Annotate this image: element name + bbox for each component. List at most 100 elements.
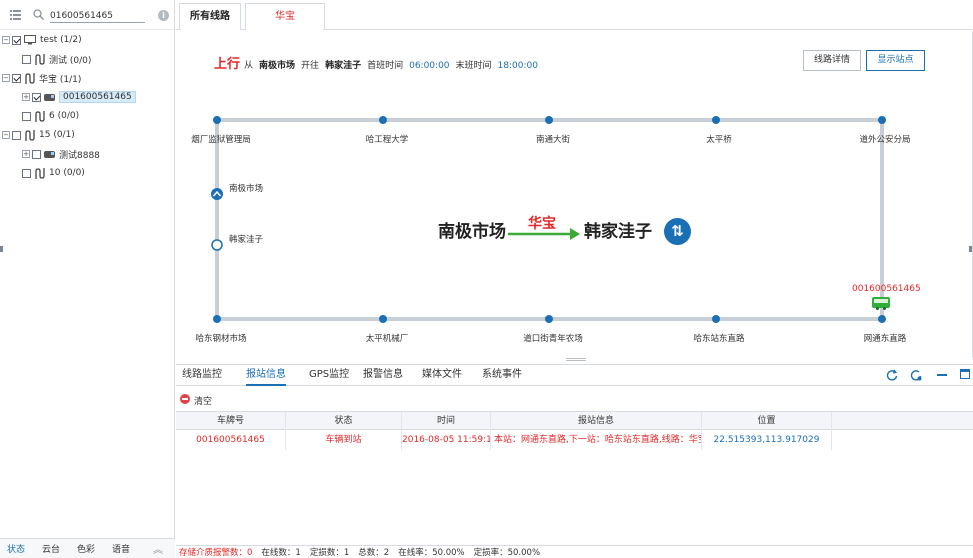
- tree-checkbox[interactable]: [22, 54, 31, 64]
- tab-station-report[interactable]: 报站信息: [246, 365, 286, 386]
- cell-report: 本站：网通东直路,下一站：哈东站东直路,线路：华宝(上行: [491, 431, 702, 450]
- tree-node-label: 华宝 (1/1): [39, 74, 82, 85]
- table-row[interactable]: 001600561465 车辆到站 2016-08-05 11:59:15 本站…: [176, 431, 973, 450]
- cell-location[interactable]: 22.515393,113.917029: [702, 431, 832, 450]
- tab-system-events[interactable]: 系统事件: [482, 365, 522, 386]
- station-dot[interactable]: [213, 315, 221, 323]
- station-dot[interactable]: [545, 315, 553, 323]
- station-dot[interactable]: [878, 315, 886, 323]
- tree-node-vehicle[interactable]: + 001600561465: [22, 89, 136, 105]
- tab-media-files[interactable]: 媒体文件: [422, 365, 462, 386]
- maximize-icon[interactable]: [960, 369, 970, 379]
- tree-node-route[interactable]: − 15 (0/1): [2, 127, 75, 143]
- online-rate: 在线率：50.00%: [398, 548, 465, 558]
- tree-checkbox[interactable]: [12, 73, 21, 83]
- tree-node-label: 测试8888: [59, 150, 100, 161]
- list-view-icon[interactable]: [10, 9, 21, 20]
- clear-icon[interactable]: [180, 394, 190, 404]
- origin-station-marker[interactable]: [211, 188, 223, 200]
- clear-toolbar: 清空: [176, 390, 973, 410]
- info-icon[interactable]: i: [158, 10, 169, 21]
- destination-station-marker[interactable]: [211, 239, 223, 251]
- station-dot[interactable]: [379, 315, 387, 323]
- device-tree-panel: i − test (1/2) 测试 (0/0): [0, 0, 175, 558]
- total-count: 总数：2: [358, 548, 390, 558]
- route-icon: [35, 110, 45, 122]
- column-header[interactable]: 状态: [286, 412, 402, 431]
- tree-checkbox[interactable]: [32, 149, 41, 159]
- tree-node-vehicle[interactable]: + 测试8888: [22, 146, 100, 162]
- swap-direction-icon[interactable]: ⇅: [664, 218, 691, 245]
- monitor-icon: [24, 35, 36, 45]
- tab-ptz[interactable]: 云台: [42, 542, 60, 555]
- route-icon: [25, 72, 35, 84]
- expand-icon[interactable]: +: [22, 93, 30, 101]
- route-icon: [35, 167, 45, 179]
- tree-checkbox[interactable]: [22, 111, 31, 121]
- tab-alarm-info[interactable]: 报警信息: [363, 365, 403, 386]
- tab-status[interactable]: 状态: [7, 542, 25, 555]
- center-route-label: 华宝: [528, 216, 556, 232]
- column-header[interactable]: 时间: [402, 412, 491, 431]
- column-header[interactable]: 报站信息: [491, 412, 702, 431]
- tree-node-route[interactable]: 10 (0/0): [12, 165, 85, 181]
- tab-route-huabao[interactable]: 华宝: [245, 3, 325, 30]
- tree-node-route[interactable]: 测试 (0/0): [12, 51, 91, 67]
- tree-checkbox[interactable]: [32, 92, 41, 102]
- tree-checkbox[interactable]: [12, 130, 21, 140]
- arrow-head: [570, 228, 580, 240]
- sync-icon[interactable]: [910, 369, 922, 381]
- column-header[interactable]: 位置: [702, 412, 832, 431]
- cell-empty: [832, 431, 973, 450]
- center-destination-label: 韩家洼子: [584, 222, 652, 242]
- collapse-panel-icon[interactable]: ︽: [153, 541, 163, 556]
- tree-node-label: 001600561465: [59, 91, 136, 103]
- tab-gps-monitor[interactable]: GPS监控: [309, 365, 349, 386]
- minimize-icon[interactable]: [937, 374, 947, 376]
- collapse-icon[interactable]: −: [2, 36, 10, 44]
- tab-voice[interactable]: 语音: [112, 542, 130, 555]
- station-dot[interactable]: [545, 116, 553, 124]
- tab-color[interactable]: 色彩: [77, 542, 95, 555]
- station-label: 哈工程大学: [365, 135, 409, 145]
- tree-checkbox[interactable]: [22, 168, 31, 178]
- center-origin-label: 南极市场: [438, 222, 506, 242]
- tree-checkbox[interactable]: [12, 35, 21, 45]
- tree-node-route[interactable]: − 华宝 (1/1): [2, 70, 81, 86]
- search-icon[interactable]: [33, 9, 44, 20]
- station-label: 南极市场: [229, 184, 264, 194]
- tree-node-label: test (1/2): [40, 35, 82, 45]
- cell-time: 2016-08-05 11:59:15: [402, 431, 491, 450]
- tab-all-routes[interactable]: 所有线路: [179, 3, 241, 30]
- clear-button[interactable]: 清空: [194, 394, 212, 407]
- splitter-handle[interactable]: [566, 358, 586, 361]
- tree-node-test[interactable]: − test (1/2): [2, 32, 82, 48]
- station-dot[interactable]: [878, 116, 886, 124]
- tab-route-monitor[interactable]: 线路监控: [182, 365, 222, 386]
- search-input[interactable]: [50, 9, 145, 23]
- station-dot[interactable]: [379, 116, 387, 124]
- left-edge-handle[interactable]: [0, 246, 3, 252]
- status-bar: 存储介质报警数：0 在线数：1 定损数：1 总数：2 在线率：50.00% 定损…: [176, 545, 973, 558]
- collapse-icon[interactable]: −: [2, 131, 10, 139]
- route-diagram: 上行 从 南极市场 开往 韩家洼子 首班时间 06:00:00 末班时间 18:…: [176, 31, 973, 357]
- cell-status: 车辆到站: [286, 431, 402, 450]
- tree-node-route[interactable]: 6 (0/0): [12, 108, 79, 124]
- station-label: 哈东站东直路: [693, 334, 745, 344]
- station-dot[interactable]: [213, 116, 221, 124]
- column-header[interactable]: 车牌号: [176, 412, 286, 431]
- refresh-settings-icon[interactable]: [886, 369, 898, 381]
- station-dot[interactable]: [712, 315, 720, 323]
- vehicle-icon: [44, 150, 55, 158]
- left-bottom-tabs: 状态 云台 色彩 语音 ︽: [0, 538, 175, 558]
- positioned-count: 定损数：1: [309, 548, 350, 558]
- table-header: 车牌号 状态 时间 报站信息 位置: [176, 411, 973, 431]
- collapse-icon[interactable]: −: [2, 74, 10, 82]
- tree-node-label: 10 (0/0): [49, 168, 85, 178]
- route-tabs: 所有线路 华宝: [176, 0, 973, 30]
- bus-icon[interactable]: [872, 297, 890, 310]
- bus-plate-label: 001600561465: [852, 284, 921, 294]
- station-dot[interactable]: [712, 116, 720, 124]
- station-label: 韩家洼子: [229, 235, 264, 245]
- expand-icon[interactable]: +: [22, 150, 30, 158]
